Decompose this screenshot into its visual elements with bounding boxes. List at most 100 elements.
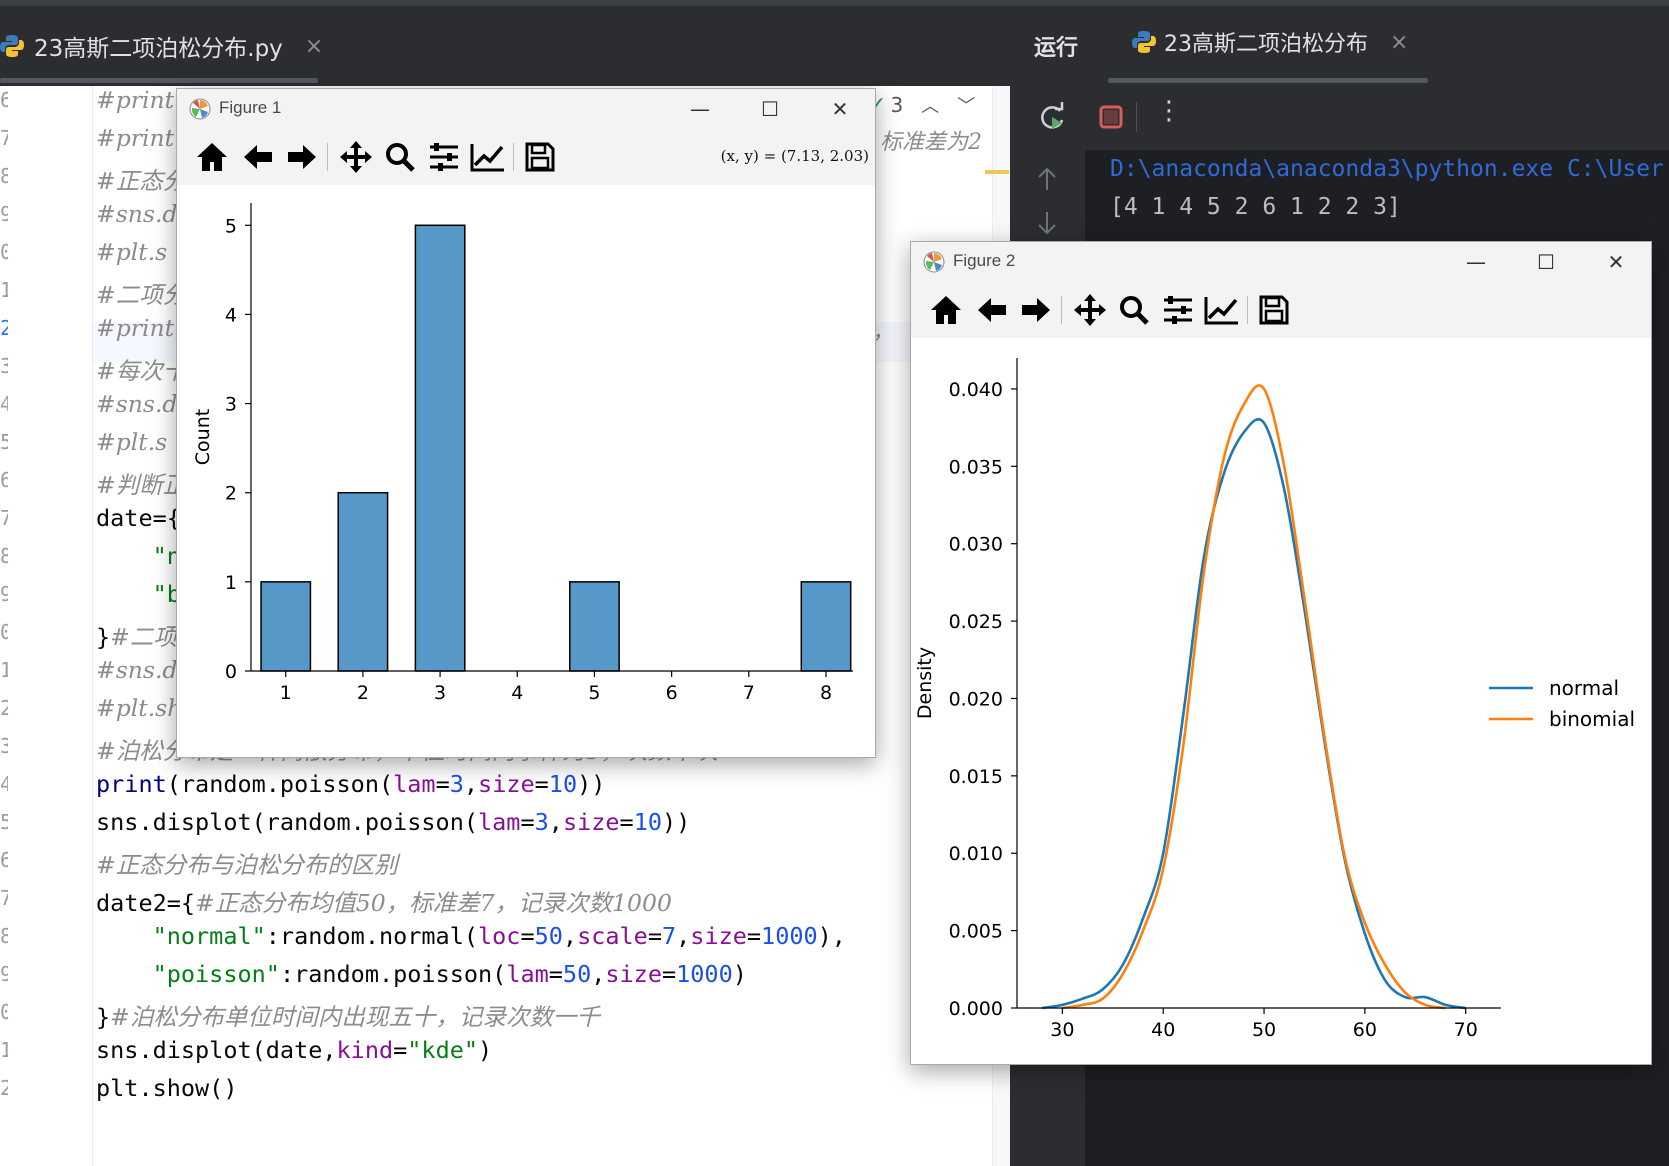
line-number: 7 [0, 126, 8, 150]
code-token: = [534, 770, 549, 798]
run-tab-label: 23高斯二项泊松分布 [1164, 32, 1368, 57]
figure1-window[interactable]: Figure 1 — ☐ ✕ (x, y) = (7.13, 2.03) 1 2 3… [176, 88, 876, 758]
code-line[interactable]: #每次十 [96, 352, 186, 386]
code-line[interactable]: plt.show() [96, 1074, 237, 1102]
code-token: )) [577, 770, 606, 798]
forward-arrow-icon[interactable] [281, 137, 323, 177]
code-line[interactable]: }#二项 [96, 618, 177, 652]
configure-sliders-icon[interactable] [423, 137, 465, 177]
code-line[interactable]: #print [96, 86, 174, 114]
code-line[interactable]: date2={#正态分布均值50，标准差7，记录次数1000 [96, 884, 672, 918]
code-line[interactable]: "poisson":random.poisson(lam=50,size=100… [96, 960, 747, 988]
histogram-chart: 1 2 3 4 5 6 7 8 0 1 2 3 4 5 Count [192, 203, 853, 704]
home-icon[interactable] [191, 137, 233, 177]
code-line[interactable]: #正态分 [96, 162, 186, 196]
line-number: 1 [0, 1038, 8, 1062]
line-number: 5 [0, 810, 8, 834]
code-token: , [548, 808, 563, 836]
inspection-widget[interactable]: ✓ 3 ︿ ﹀ [868, 92, 975, 118]
histogram-bar [414, 224, 466, 672]
back-arrow-icon[interactable] [237, 137, 279, 177]
legend-label: normal [1549, 676, 1619, 700]
code-line[interactable]: #判断正 [96, 466, 186, 500]
configure-sliders-icon[interactable] [1157, 290, 1199, 330]
code-comment: #泊松分布单位时间内出现五十，记录次数一千 [110, 1003, 600, 1031]
code-token: size [605, 960, 662, 988]
figure2-canvas[interactable]: 30 40 50 60 70 0.000 0.005 0.010 0.015 0.020 0.025… [911, 338, 1651, 1064]
figure2-titlebar[interactable]: Figure 2 — ☐ ✕ [911, 242, 1651, 282]
pan-move-icon[interactable] [1069, 290, 1111, 330]
code-line[interactable]: #sns.d [96, 200, 177, 228]
code-line[interactable]: #print [96, 314, 174, 342]
figure1-canvas[interactable]: 1 2 3 4 5 6 7 8 0 1 2 3 4 5 Count [177, 185, 875, 757]
x-tick-label: 3 [434, 682, 446, 704]
save-figure-icon[interactable] [519, 137, 561, 177]
code-line[interactable]: "normal":random.normal(loc=50,scale=7,si… [96, 922, 846, 950]
x-tick-label: 5 [588, 682, 600, 704]
code-token: lam [393, 770, 436, 798]
code-line[interactable]: date={ [96, 504, 181, 532]
code-line[interactable]: }#泊松分布单位时间内出现五十，记录次数一千 [96, 998, 600, 1032]
editor-tab-file[interactable]: 23高斯二项泊松分布.py × [0, 6, 323, 86]
zoom-magnifier-icon[interactable] [1113, 290, 1155, 330]
forward-arrow-icon[interactable] [1015, 290, 1057, 330]
code-line[interactable]: #plt.s [96, 238, 167, 266]
figure2-title: Figure 2 [953, 251, 1016, 270]
run-tab-close-icon[interactable]: × [1390, 30, 1408, 55]
code-line[interactable]: #print [96, 124, 174, 152]
more-options-icon[interactable]: ⋮ [1156, 96, 1182, 126]
code-token: date2={ [96, 889, 196, 917]
code-line[interactable]: sns.displot(random.poisson(lam=3,size=10… [96, 808, 690, 836]
line-number: 6 [0, 88, 8, 112]
y-tick-label: 0.040 [949, 379, 1003, 401]
chevron-down-icon[interactable]: ﹀ [957, 92, 975, 118]
line-number: 3 [0, 734, 8, 758]
y-tick-label: 1 [225, 572, 237, 594]
maximize-button[interactable]: ☐ [1511, 242, 1581, 282]
code-token: = [548, 960, 563, 988]
code-token: 7 [661, 922, 677, 950]
arrow-up-icon[interactable] [1036, 166, 1058, 196]
back-arrow-icon[interactable] [971, 290, 1013, 330]
code-comment: #二项 [110, 623, 177, 651]
code-line[interactable]: "b [96, 580, 181, 608]
x-tick-label: 60 [1353, 1019, 1377, 1041]
code-line[interactable]: #sns.d [96, 390, 177, 418]
arrow-down-icon[interactable] [1036, 210, 1058, 240]
line-number: 8 [0, 544, 8, 568]
stop-icon[interactable] [1098, 104, 1124, 134]
code-line[interactable]: print(random.poisson(lam=3,size=10)) [96, 770, 605, 798]
code-line[interactable]: #plt.s [96, 428, 167, 456]
figure2-window[interactable]: Figure 2 — ☐ ✕ 30 40 50 60 70 0.000 0.005 0.010… [910, 241, 1652, 1065]
figure1-titlebar[interactable]: Figure 1 — ☐ ✕ [177, 89, 875, 129]
minimize-button[interactable]: — [665, 89, 735, 129]
line-number: 2 [0, 696, 8, 720]
tab-close-icon[interactable]: × [305, 34, 323, 59]
maximize-button[interactable]: ☐ [735, 89, 805, 129]
code-token: 50 [534, 922, 563, 950]
edit-axes-icon[interactable] [467, 137, 509, 177]
save-figure-icon[interactable] [1253, 290, 1295, 330]
home-icon[interactable] [925, 290, 967, 330]
close-button[interactable]: ✕ [805, 89, 875, 129]
minimize-button[interactable]: — [1441, 242, 1511, 282]
rerun-icon[interactable] [1038, 102, 1068, 136]
edit-axes-icon[interactable] [1201, 290, 1243, 330]
code-line[interactable]: #二项分 [96, 276, 186, 310]
y-tick-label: 2 [225, 483, 237, 505]
run-tab[interactable]: 23高斯二项泊松分布 × [1132, 26, 1408, 58]
pan-move-icon[interactable] [335, 137, 377, 177]
code-line[interactable]: "n [96, 542, 181, 570]
code-token: = [435, 770, 450, 798]
code-line[interactable]: #sns.d [96, 656, 177, 684]
editor-tab-label: 23高斯二项泊松分布.py [34, 36, 283, 62]
y-axis-label: Count [192, 409, 214, 465]
kde-line-normal [1042, 417, 1466, 1010]
chevron-up-icon[interactable]: ︿ [921, 92, 939, 118]
toolbar-separator [1061, 296, 1062, 324]
code-line[interactable]: sns.displot(date,kind="kde") [96, 1036, 492, 1064]
zoom-magnifier-icon[interactable] [379, 137, 421, 177]
code-line[interactable]: #正态分布与泊松分布的区别 [96, 846, 398, 880]
close-button[interactable]: ✕ [1581, 242, 1651, 282]
